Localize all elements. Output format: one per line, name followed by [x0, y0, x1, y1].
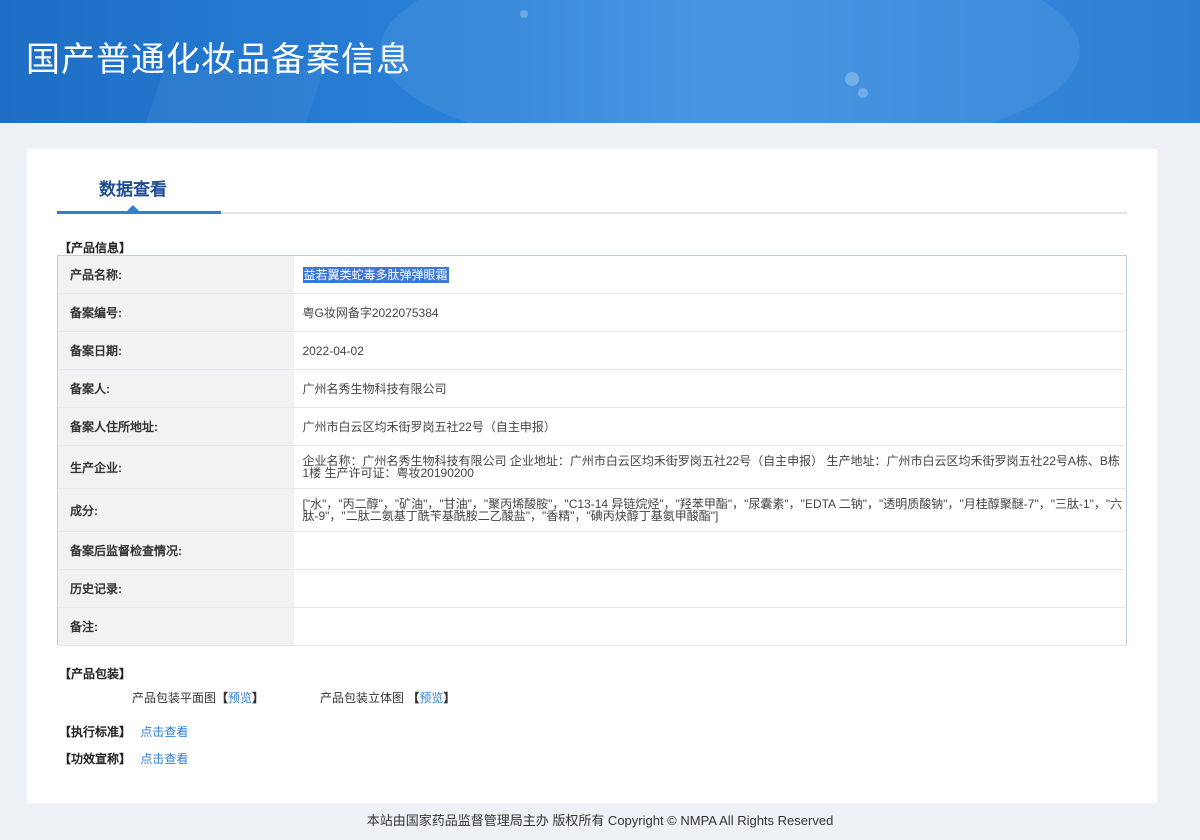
tab-data-view[interactable]: 数据查看	[99, 175, 167, 200]
row-key: 成分:	[57, 488, 294, 532]
row-key: 备注:	[57, 607, 294, 646]
row-key: 产品名称:	[57, 255, 294, 294]
banner-decoration	[845, 72, 859, 86]
efficacy-label: 【功效宣称】	[59, 752, 132, 766]
product-info-table: 产品名称: 益若翼类蛇毒多肽弹弹眼霜 备案编号: 粤G妆网备字202207538…	[57, 255, 1127, 646]
bracket-open: 【	[216, 691, 229, 705]
efficacy-view-link[interactable]: 点击查看	[140, 752, 188, 766]
row-key: 历史记录:	[57, 569, 294, 608]
efficacy-row: 【功效宣称】 点击查看	[59, 750, 188, 767]
table-row: 备案后监督检查情况:	[57, 531, 1127, 570]
package-flat-label: 产品包装平面图	[132, 691, 217, 705]
row-key: 生产企业:	[57, 445, 294, 489]
package-solid-label: 产品包装立体图	[320, 691, 405, 705]
standard-row: 【执行标准】 点击查看	[59, 723, 188, 740]
package-flat-preview-link[interactable]: 预览	[228, 691, 252, 705]
row-value: 广州市白云区均禾街罗岗五社22号（自主申报）	[293, 407, 1127, 446]
product-info-section-title: 【产品信息】	[59, 241, 132, 255]
standard-view-link[interactable]: 点击查看	[140, 725, 188, 739]
package-solid-preview-link[interactable]: 预览	[419, 691, 443, 705]
row-key: 备案后监督检查情况:	[57, 531, 294, 570]
packaging-section-title: 【产品包装】	[59, 667, 132, 681]
product-name-value: 益若翼类蛇毒多肽弹弹眼霜	[302, 266, 449, 283]
table-row: 备案人: 广州名秀生物科技有限公司	[57, 369, 1127, 408]
table-row: 历史记录:	[57, 569, 1127, 608]
table-row: 生产企业: 企业名称：广州名秀生物科技有限公司 企业地址：广州市白云区均禾街罗岗…	[57, 445, 1127, 489]
bracket-close: 】	[443, 691, 456, 705]
row-value	[293, 607, 1127, 646]
banner-decoration	[520, 10, 528, 18]
table-row: 备案编号: 粤G妆网备字2022075384	[57, 293, 1127, 332]
row-value	[293, 531, 1127, 570]
row-key: 备案人住所地址:	[57, 407, 294, 446]
row-value: ["水"，"丙二醇"，"矿油"，"甘油"，"聚丙烯酸胺"，"C13-14 异链烷…	[293, 488, 1127, 532]
banner-decoration	[380, 0, 1080, 123]
standard-label: 【执行标准】	[59, 725, 132, 739]
row-value: 企业名称：广州名秀生物科技有限公司 企业地址：广州市白云区均禾街罗岗五社22号（…	[293, 445, 1127, 489]
row-key: 备案日期:	[57, 331, 294, 370]
content-card: 数据查看 【产品信息】 产品名称: 益若翼类蛇毒多肽弹弹眼霜 备案编号: 粤G妆…	[27, 149, 1157, 803]
bracket-close: 】	[252, 691, 265, 705]
row-value	[293, 569, 1127, 608]
package-solid-row: 产品包装立体图 【预览】	[320, 689, 455, 706]
page-title: 国产普通化妆品备案信息	[26, 40, 411, 80]
table-row: 备案人住所地址: 广州市白云区均禾街罗岗五社22号（自主申报）	[57, 407, 1127, 446]
tab-caret-icon	[127, 205, 139, 211]
row-key: 备案编号:	[57, 293, 294, 332]
tab-active-indicator	[57, 211, 221, 214]
banner-decoration	[858, 88, 868, 98]
header-banner: 国产普通化妆品备案信息	[0, 0, 1200, 123]
bracket-open: 【	[407, 691, 420, 705]
table-row: 产品名称: 益若翼类蛇毒多肽弹弹眼霜	[57, 255, 1127, 294]
table-row: 成分: ["水"，"丙二醇"，"矿油"，"甘油"，"聚丙烯酸胺"，"C13-14…	[57, 488, 1127, 532]
footer-copyright: 本站由国家药品监督管理局主办 版权所有 Copyright © NMPA All…	[366, 813, 834, 828]
table-row: 备注:	[57, 607, 1127, 646]
table-row: 备案日期: 2022-04-02	[57, 331, 1127, 370]
row-value: 广州名秀生物科技有限公司	[293, 369, 1127, 408]
row-key: 备案人:	[57, 369, 294, 408]
row-value: 2022-04-02	[293, 331, 1127, 370]
package-flat-row: 产品包装平面图【预览】	[132, 689, 264, 706]
row-value: 益若翼类蛇毒多肽弹弹眼霜	[293, 255, 1127, 294]
row-value: 粤G妆网备字2022075384	[293, 293, 1127, 332]
